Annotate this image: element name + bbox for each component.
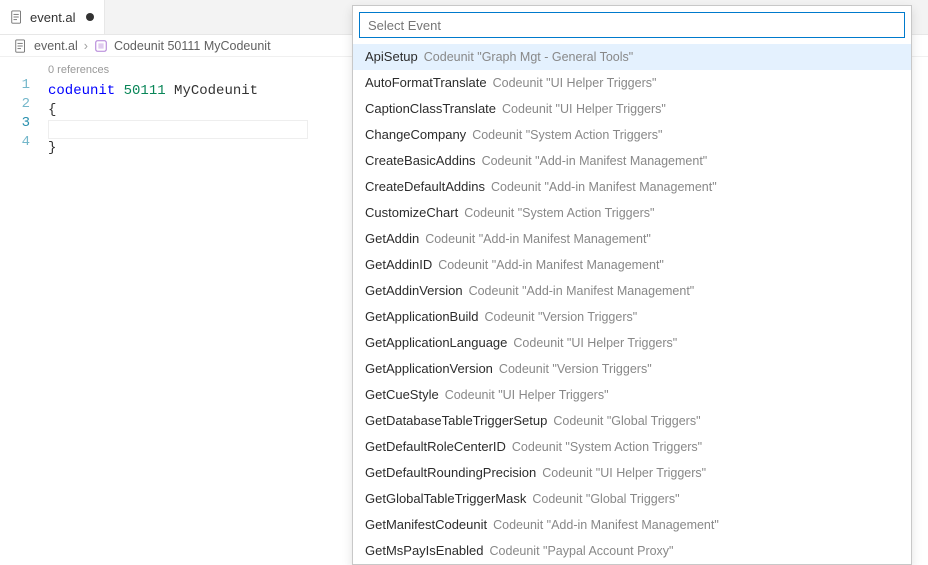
quickpick-item[interactable]: GetManifestCodeunit Codeunit "Add-in Mani…: [353, 512, 911, 538]
quickpick-item[interactable]: CustomizeChart Codeunit "System Action Tr…: [353, 200, 911, 226]
quickpick-item[interactable]: GetCueStyle Codeunit "UI Helper Triggers": [353, 382, 911, 408]
quickpick-item[interactable]: GetAddin Codeunit "Add-in Manifest Manage…: [353, 226, 911, 252]
quickpick-item-name: CustomizeChart: [365, 203, 458, 223]
quickpick-item-desc: Codeunit "Paypal Account Proxy": [490, 541, 674, 561]
quickpick-item-desc: Codeunit "Version Triggers": [484, 307, 637, 327]
quickpick-item[interactable]: CaptionClassTranslate Codeunit "UI Helper…: [353, 96, 911, 122]
quickpick-item-desc: Codeunit "Add-in Manifest Management": [491, 177, 717, 197]
quickpick-item[interactable]: ChangeCompany Codeunit "System Action Tri…: [353, 122, 911, 148]
quickpick-item-name: GetAddin: [365, 229, 419, 249]
quickpick-item-name: GetManifestCodeunit: [365, 515, 487, 535]
quickpick-item[interactable]: ApiSetup Codeunit "Graph Mgt - General To…: [353, 44, 911, 70]
event-quickpick: ApiSetup Codeunit "Graph Mgt - General To…: [352, 5, 912, 565]
quickpick-item-name: GetMsPayIsEnabled: [365, 541, 484, 561]
quickpick-item[interactable]: GetDefaultRoleCenterID Codeunit "System A…: [353, 434, 911, 460]
quickpick-item-desc: Codeunit "System Action Triggers": [464, 203, 654, 223]
quickpick-item-name: GetCueStyle: [365, 385, 439, 405]
quickpick-item[interactable]: GetApplicationVersion Codeunit "Version T…: [353, 356, 911, 382]
quickpick-item-desc: Codeunit "Version Triggers": [499, 359, 652, 379]
quickpick-item-name: GetDefaultRoleCenterID: [365, 437, 506, 457]
dirty-indicator-icon: [86, 13, 94, 21]
al-file-icon: [10, 10, 24, 24]
quickpick-input[interactable]: [359, 12, 905, 38]
line-number-gutter: 1 2 3 4: [0, 61, 48, 158]
quickpick-item-name: CreateBasicAddins: [365, 151, 476, 171]
quickpick-item-desc: Codeunit "Global Triggers": [532, 489, 679, 509]
quickpick-item-name: GetApplicationVersion: [365, 359, 493, 379]
quickpick-item-desc: Codeunit "System Action Triggers": [512, 437, 702, 457]
quickpick-item-name: CaptionClassTranslate: [365, 99, 496, 119]
quickpick-item-desc: Codeunit "UI Helper Triggers": [445, 385, 609, 405]
breadcrumb-symbol[interactable]: Codeunit 50111 MyCodeunit: [114, 39, 271, 53]
quickpick-item[interactable]: GetDatabaseTableTriggerSetup Codeunit "Gl…: [353, 408, 911, 434]
quickpick-item[interactable]: CreateDefaultAddins Codeunit "Add-in Mani…: [353, 174, 911, 200]
quickpick-item-name: CreateDefaultAddins: [365, 177, 485, 197]
quickpick-item[interactable]: GetApplicationBuild Codeunit "Version Tri…: [353, 304, 911, 330]
quickpick-item-desc: Codeunit "UI Helper Triggers": [493, 73, 657, 93]
quickpick-item-name: GetApplicationBuild: [365, 307, 478, 327]
quickpick-item-desc: Codeunit "Add-in Manifest Management": [438, 255, 664, 275]
quickpick-item[interactable]: GetDefaultRoundingPrecision Codeunit "UI …: [353, 460, 911, 486]
codeunit-symbol-icon: [94, 39, 108, 53]
quickpick-item-name: GetDefaultRoundingPrecision: [365, 463, 536, 483]
quickpick-item-desc: Codeunit "Add-in Manifest Management": [482, 151, 708, 171]
quickpick-item-desc: Codeunit "UI Helper Triggers": [502, 99, 666, 119]
quickpick-item-name: GetAddinID: [365, 255, 432, 275]
quickpick-item[interactable]: GetApplicationLanguage Codeunit "UI Helpe…: [353, 330, 911, 356]
quickpick-item[interactable]: GetGlobalTableTriggerMask Codeunit "Globa…: [353, 486, 911, 512]
quickpick-item[interactable]: GetAddinID Codeunit "Add-in Manifest Mana…: [353, 252, 911, 278]
tab-eventfile[interactable]: event.al: [0, 0, 105, 34]
line-number: 1: [0, 76, 30, 95]
quickpick-item-desc: Codeunit "Add-in Manifest Management": [425, 229, 651, 249]
quickpick-item-name: ApiSetup: [365, 47, 418, 67]
quickpick-item-name: GetAddinVersion: [365, 281, 463, 301]
quickpick-item-name: GetDatabaseTableTriggerSetup: [365, 411, 547, 431]
quickpick-item-desc: Codeunit "UI Helper Triggers": [542, 463, 706, 483]
quickpick-item-desc: Codeunit "Global Triggers": [553, 411, 700, 431]
quickpick-item-name: GetGlobalTableTriggerMask: [365, 489, 526, 509]
line-number: 4: [0, 133, 30, 152]
quickpick-item-name: GetApplicationLanguage: [365, 333, 507, 353]
line-number: 2: [0, 95, 30, 114]
tab-filename: event.al: [30, 10, 76, 25]
quickpick-item-desc: Codeunit "Add-in Manifest Management": [469, 281, 695, 301]
quickpick-list[interactable]: ApiSetup Codeunit "Graph Mgt - General To…: [353, 44, 911, 564]
quickpick-item[interactable]: AutoFormatTranslate Codeunit "UI Helper T…: [353, 70, 911, 96]
quickpick-item-name: AutoFormatTranslate: [365, 73, 487, 93]
breadcrumb-file[interactable]: event.al: [34, 39, 78, 53]
quickpick-item[interactable]: GetMsPayIsEnabled Codeunit "Paypal Accoun…: [353, 538, 911, 564]
quickpick-item-desc: Codeunit "Add-in Manifest Management": [493, 515, 719, 535]
quickpick-item[interactable]: CreateBasicAddins Codeunit "Add-in Manife…: [353, 148, 911, 174]
line-number: 3: [0, 114, 30, 133]
al-file-icon: [14, 39, 28, 53]
quickpick-item-desc: Codeunit "UI Helper Triggers": [513, 333, 677, 353]
chevron-right-icon: ›: [84, 39, 88, 53]
quickpick-item-name: ChangeCompany: [365, 125, 466, 145]
quickpick-item[interactable]: GetAddinVersion Codeunit "Add-in Manifest…: [353, 278, 911, 304]
quickpick-item-desc: Codeunit "Graph Mgt - General Tools": [424, 47, 633, 67]
quickpick-item-desc: Codeunit "System Action Triggers": [472, 125, 662, 145]
